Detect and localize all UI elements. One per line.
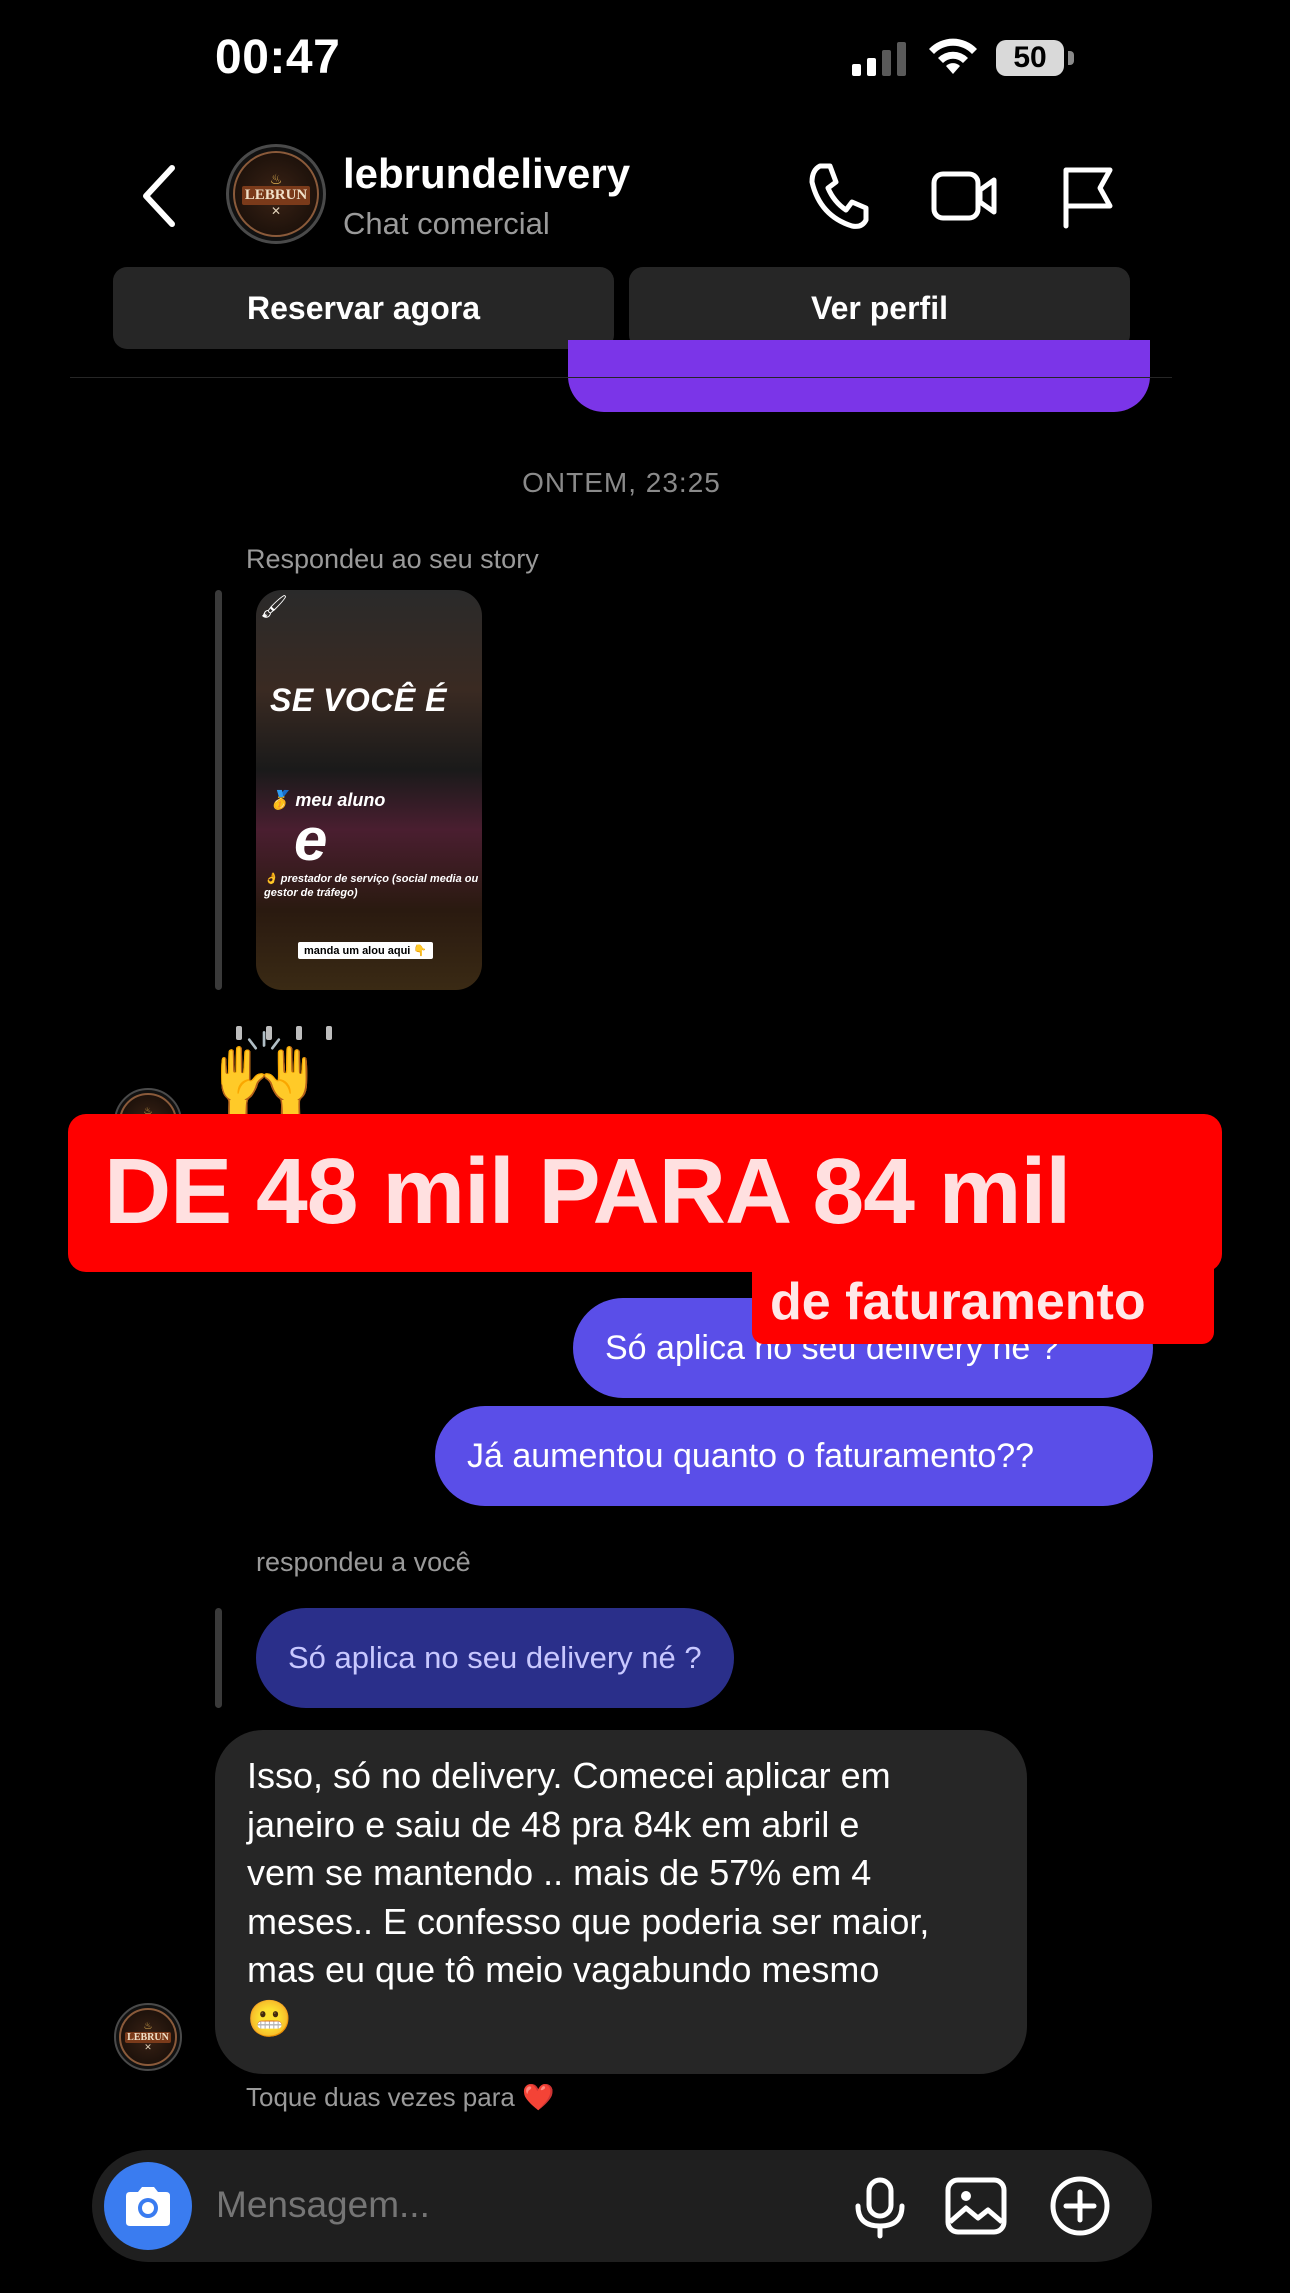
- reserve-now-button[interactable]: Reservar agora: [113, 267, 614, 349]
- battery-icon: 50: [996, 40, 1064, 76]
- message-line: Isso, só no delivery. Comecei aplicar em: [247, 1755, 891, 1796]
- gallery-icon[interactable]: [944, 2176, 1008, 2236]
- brush-icon: 🖌: [260, 594, 288, 619]
- message-line: vem se mantendo .. mais de 57% em 4: [247, 1852, 872, 1893]
- double-tap-hint: Toque duas vezes para ❤️: [246, 2082, 555, 2112]
- cellular-signal-icon: [852, 40, 908, 76]
- sender-avatar[interactable]: ♨ LEBRUN ✕: [114, 2003, 182, 2071]
- contact-username[interactable]: lebrundelivery: [343, 150, 630, 198]
- story-line-2: 👌 prestador de serviço (social media ou …: [264, 873, 479, 899]
- camera-button[interactable]: [104, 2162, 192, 2250]
- message-line: mas eu que tô meio vagabundo mesmo: [247, 1949, 880, 1990]
- battery-tip: [1068, 51, 1074, 65]
- flag-icon[interactable]: [1060, 160, 1116, 232]
- date-separator: ONTEM, 23:25: [522, 467, 721, 498]
- story-reply-label: Respondeu ao seu story: [246, 544, 539, 574]
- quoted-message[interactable]: Só aplica no seu delivery né ?: [256, 1608, 734, 1708]
- fork-knife-icon: ✕: [144, 2042, 152, 2052]
- camera-icon: [126, 2187, 170, 2226]
- reply-indicator-bar: [215, 1608, 222, 1708]
- outgoing-message[interactable]: Já aumentou quanto o faturamento??: [435, 1406, 1153, 1506]
- header-divider: [70, 377, 1172, 378]
- message-line: meses.. E confesso que poderia ser maior…: [247, 1900, 930, 1942]
- status-time: 00:47: [215, 31, 341, 84]
- flame-icon: ♨: [143, 2021, 153, 2032]
- flame-icon: ♨: [269, 170, 283, 187]
- back-icon[interactable]: [138, 160, 182, 232]
- wifi-icon: [929, 38, 977, 74]
- raising-hands-emoji: 🙌: [212, 1028, 317, 1122]
- incoming-message[interactable]: Isso, só no delivery. Comecei aplicar em…: [215, 1730, 1027, 2074]
- reply-indicator-bar: [215, 590, 222, 990]
- fork-knife-icon: ✕: [270, 203, 282, 218]
- story-connector: e: [294, 806, 328, 873]
- avatar-logo-text: LEBRUN: [241, 185, 311, 205]
- overlay-banner-headline: DE 48 mil PARA 84 mil: [104, 1139, 1071, 1243]
- phone-icon[interactable]: [806, 160, 870, 232]
- plus-icon[interactable]: [1048, 2174, 1112, 2238]
- chat-type-label: Chat comercial: [343, 206, 550, 241]
- contact-avatar[interactable]: ♨ LEBRUN ✕: [226, 144, 326, 244]
- story-thumbnail[interactable]: 🖌 SE VOCÊ É 🥇 meu aluno e 👌 prestador de…: [256, 590, 482, 990]
- message-line: 😬: [247, 1997, 292, 2039]
- overlay-banner-subtitle: de faturamento: [770, 1273, 1146, 1331]
- message-input[interactable]: [216, 2184, 816, 2226]
- reply-to-you-label: respondeu a você: [256, 1547, 471, 1577]
- story-headline: SE VOCÊ É: [270, 682, 447, 718]
- video-icon[interactable]: [930, 160, 998, 232]
- view-profile-button[interactable]: Ver perfil: [629, 267, 1130, 349]
- message-line: janeiro e saiu de 48 pra 84k em abril e: [247, 1803, 860, 1845]
- previous-message-bubble: [568, 340, 1150, 412]
- microphone-icon[interactable]: [850, 2176, 910, 2240]
- story-cta: manda um alou aqui 👇: [298, 942, 434, 959]
